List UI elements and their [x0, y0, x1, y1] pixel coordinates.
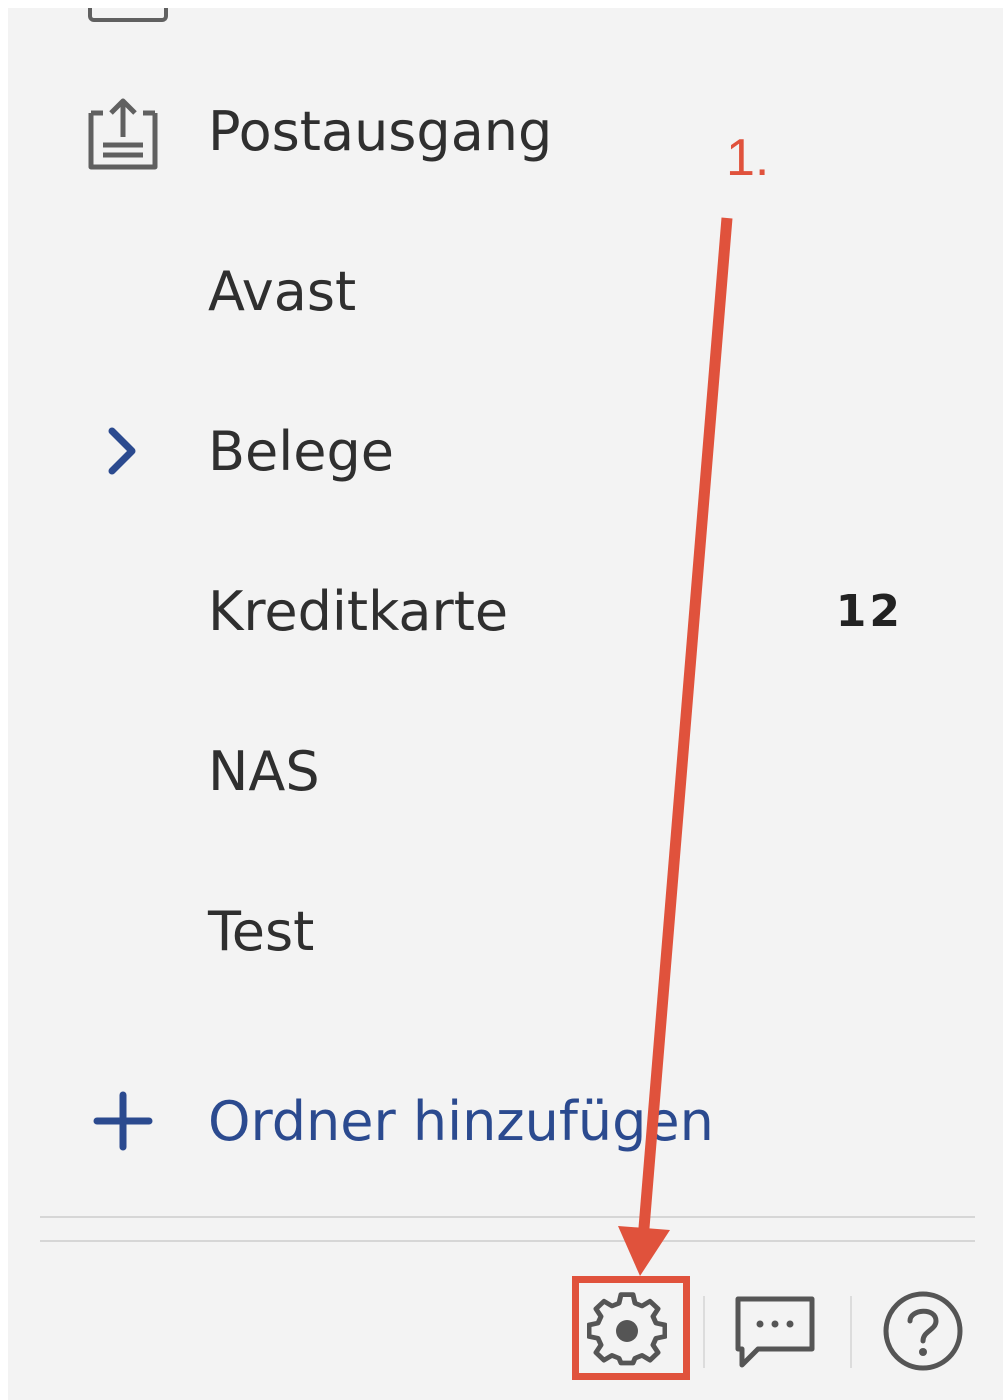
annotation-arrow: [618, 217, 733, 1276]
folder-sidebar: Postausgang Avast Belege Kreditkarte 12 …: [8, 8, 1003, 1400]
